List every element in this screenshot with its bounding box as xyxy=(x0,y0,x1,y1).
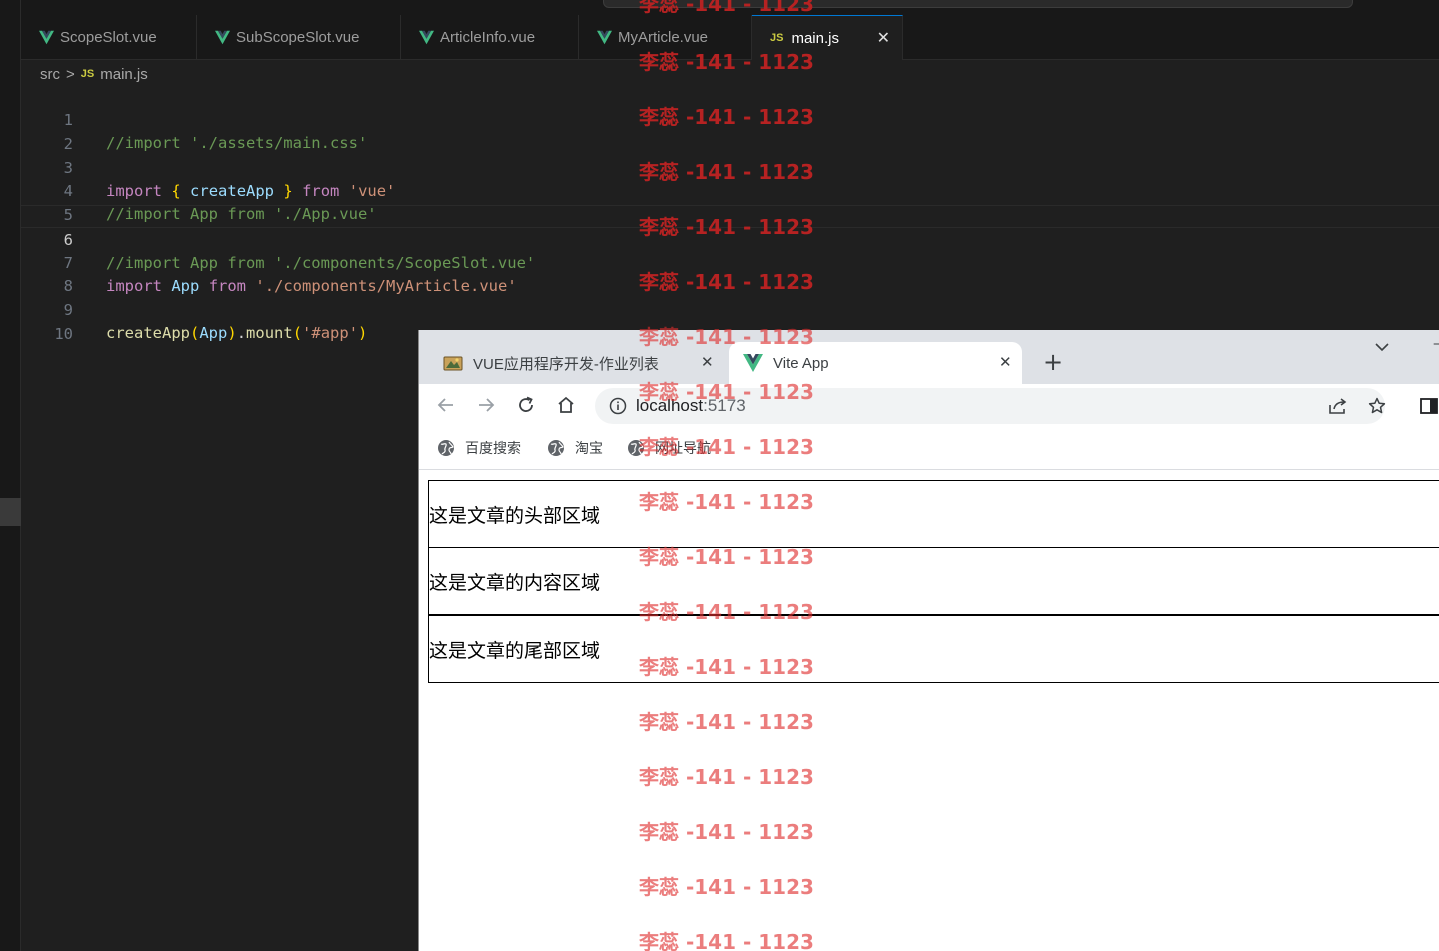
page-viewport: 这是文章的头部区域 这是文章的内容区域 这是文章的尾部区域 xyxy=(419,470,1439,951)
new-tab-button[interactable]: + xyxy=(1043,348,1063,376)
code-paren: ( xyxy=(190,324,200,342)
reload-icon[interactable] xyxy=(514,393,538,417)
bookmark-star-icon[interactable] xyxy=(1368,397,1386,419)
tab-label: main.js xyxy=(791,29,839,47)
minimize-icon[interactable]: — xyxy=(1433,336,1439,352)
tab-search-chevron-icon[interactable] xyxy=(1375,340,1389,356)
bookmark-label: 网址导航 xyxy=(655,440,711,456)
chevron-right-icon: > xyxy=(66,65,75,83)
article-footer: 这是文章的尾部区域 xyxy=(428,615,1439,683)
code-function: createApp xyxy=(106,324,190,342)
tab-scopeslot[interactable]: ScopeSlot.vue xyxy=(21,15,197,60)
activity-bar-active-item[interactable] xyxy=(0,498,21,526)
tab-subscopeslot[interactable]: SubScopeSlot.vue xyxy=(197,15,401,60)
line-number: 10 xyxy=(54,325,73,343)
forward-arrow-icon[interactable] xyxy=(474,393,498,417)
code-dot: . xyxy=(236,324,247,342)
globe-icon xyxy=(628,440,644,456)
bookmark-baidu[interactable]: 百度搜索 xyxy=(437,438,521,458)
activity-bar xyxy=(0,0,21,951)
browser-tab-homework[interactable]: VUE应用程序开发-作业列表 ✕ xyxy=(443,342,726,384)
article-content: 这是文章的内容区域 xyxy=(428,547,1439,615)
home-icon[interactable] xyxy=(554,393,578,417)
command-center[interactable] xyxy=(603,0,1353,8)
tab-label: ScopeSlot.vue xyxy=(60,29,157,46)
vue-icon xyxy=(597,30,612,45)
article-header: 这是文章的头部区域 xyxy=(428,480,1439,548)
code-line: 1 //import './assets/main.css' xyxy=(21,86,1439,152)
js-icon: JS xyxy=(770,32,784,44)
bookmark-label: 百度搜索 xyxy=(465,440,521,456)
site-info-icon[interactable] xyxy=(609,397,627,419)
tab-label: MyArticle.vue xyxy=(618,29,709,46)
tab-label: ArticleInfo.vue xyxy=(440,29,536,46)
vue-icon xyxy=(419,30,434,45)
browser-toolbar: localhost:5173 xyxy=(419,384,1439,428)
browser-tab-strip: VUE应用程序开发-作业列表 ✕ Vite App ✕ + — xyxy=(419,330,1439,384)
code-string: '#app' xyxy=(302,324,359,342)
close-tab-icon[interactable]: ✕ xyxy=(701,353,714,371)
close-tab-icon[interactable]: ✕ xyxy=(999,353,1012,371)
code-function: mount xyxy=(246,324,293,342)
tab-main-js[interactable]: JS main.js ✕ xyxy=(752,15,903,60)
url-text: localhost:5173 xyxy=(636,396,746,416)
article-header-text: 这是文章的头部区域 xyxy=(429,504,601,527)
bookmark-label: 淘宝 xyxy=(575,440,603,456)
code-line: 9 createApp(App).mount('#app') xyxy=(21,276,1439,342)
vue-icon xyxy=(39,30,54,45)
code-line: 4 //import App from './App.vue' xyxy=(21,157,1439,223)
code-line: 2 xyxy=(21,110,1439,153)
code-line: 10 xyxy=(21,300,1439,343)
code-line: 8 xyxy=(21,252,1439,295)
browser-tab-title: Vite App xyxy=(773,354,829,372)
bookmark-nav[interactable]: 网址导航 xyxy=(627,438,711,458)
tab-articleinfo[interactable]: ArticleInfo.vue xyxy=(401,15,579,60)
vue-icon xyxy=(743,354,763,372)
share-icon[interactable] xyxy=(1328,397,1348,419)
code-line: 7 import App from './components/MyArticl… xyxy=(21,229,1439,295)
code-line-current: 6 //import App from './components/ScopeS… xyxy=(21,205,1439,272)
url-host: localhost xyxy=(636,396,704,415)
browser-tab-title: VUE应用程序开发-作业列表 xyxy=(473,355,659,373)
vue-icon xyxy=(215,30,230,45)
bookmarks-bar: 百度搜索 淘宝 网址导航 xyxy=(419,428,1439,470)
article-footer-text: 这是文章的尾部区域 xyxy=(429,639,601,662)
title-bar xyxy=(21,0,1439,15)
url-port: :5173 xyxy=(703,396,746,415)
editor-tab-bar: ScopeSlot.vue SubScopeSlot.vue ArticleIn… xyxy=(21,15,1439,60)
tab-myarticle[interactable]: MyArticle.vue xyxy=(579,15,752,60)
article-content-text: 这是文章的内容区域 xyxy=(429,571,601,594)
globe-icon xyxy=(438,440,454,456)
breadcrumb: src > JS main.js xyxy=(40,64,148,84)
side-panel-icon[interactable] xyxy=(1420,398,1438,418)
browser-window: VUE应用程序开发-作业列表 ✕ Vite App ✕ + — xyxy=(418,330,1439,951)
address-bar[interactable]: localhost:5173 xyxy=(595,388,1386,424)
js-icon: JS xyxy=(80,68,95,80)
close-icon[interactable]: ✕ xyxy=(877,28,890,48)
folder-app-icon xyxy=(443,354,463,372)
code-paren: ) xyxy=(227,324,237,342)
back-arrow-icon[interactable] xyxy=(434,393,458,417)
tab-label: SubScopeSlot.vue xyxy=(236,29,360,46)
bookmark-taobao[interactable]: 淘宝 xyxy=(547,438,603,458)
code-paren: ) xyxy=(358,324,368,342)
code-line: 3 import { createApp } from 'vue' xyxy=(21,134,1439,200)
code-line: 5 xyxy=(21,181,1439,224)
code-paren: ( xyxy=(292,324,303,342)
breadcrumb-file[interactable]: main.js xyxy=(100,66,148,83)
browser-tab-vite-app[interactable]: Vite App ✕ xyxy=(729,342,1022,384)
code-identifier: App xyxy=(199,324,228,342)
globe-icon xyxy=(548,440,564,456)
breadcrumb-folder[interactable]: src xyxy=(40,66,60,83)
